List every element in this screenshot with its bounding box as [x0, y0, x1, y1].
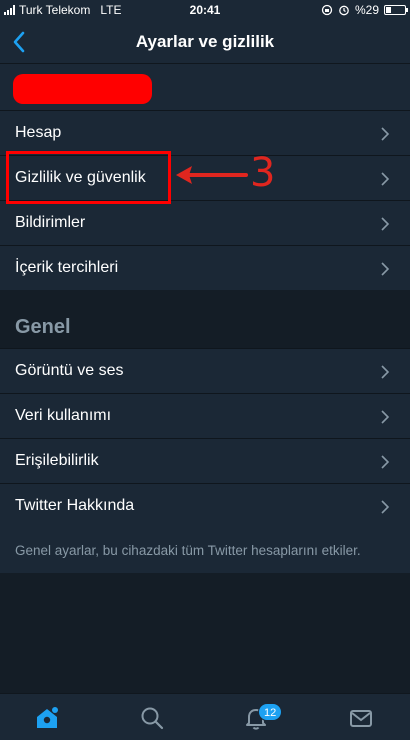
navigation-bar: Ayarlar ve gizlilik	[0, 20, 410, 64]
general-settings-group: Görüntü ve ses Veri kullanımı Erişilebil…	[0, 348, 410, 573]
tab-bar	[0, 693, 410, 740]
status-bar: Turk Telekom LTE 20:41 %29	[0, 0, 410, 20]
chevron-right-icon	[381, 455, 390, 469]
chevron-right-icon	[381, 365, 390, 379]
chevron-right-icon	[381, 217, 390, 231]
chevron-right-icon	[381, 500, 390, 514]
rotation-lock-icon	[321, 4, 333, 16]
settings-item-accessibility[interactable]: Erişilebilirlik	[0, 438, 410, 483]
settings-item-label: İçerik tercihleri	[15, 259, 119, 276]
settings-item-label: Bildirimler	[15, 214, 86, 231]
section-header-general: Genel	[0, 291, 410, 348]
search-icon[interactable]	[138, 704, 166, 732]
section-title: Genel	[15, 316, 71, 338]
settings-item-label: Görüntü ve ses	[15, 362, 124, 379]
settings-item-display-sound[interactable]: Görüntü ve ses	[0, 348, 410, 393]
arrow-left-icon	[176, 166, 248, 184]
settings-item-label: Veri kullanımı	[15, 407, 112, 424]
chevron-right-icon	[381, 127, 390, 141]
settings-item-about-twitter[interactable]: Twitter Hakkında	[0, 483, 410, 528]
status-right: %29	[321, 3, 408, 17]
chevron-right-icon	[381, 262, 390, 276]
chevron-right-icon	[381, 172, 390, 186]
annotation-step-number: 3	[250, 150, 276, 196]
chevron-right-icon	[381, 410, 390, 424]
settings-item-label: Twitter Hakkında	[15, 497, 135, 514]
annotation-arrow: 3	[174, 150, 284, 200]
notifications-badge: 12	[258, 703, 283, 721]
alarm-icon	[339, 5, 349, 16]
settings-item-content-preferences[interactable]: İçerik tercihleri	[0, 245, 410, 290]
home-icon[interactable]	[33, 704, 61, 732]
settings-item-notifications[interactable]: Bildirimler	[0, 200, 410, 245]
settings-item-label: Hesap	[15, 124, 62, 141]
highlight-box	[6, 151, 171, 204]
battery-percent: %29	[354, 3, 379, 17]
settings-item-label: Erişilebilirlik	[15, 452, 99, 469]
account-row[interactable]	[0, 64, 410, 110]
page-title: Ayarlar ve gizlilik	[135, 32, 275, 51]
general-settings-footnote: Genel ayarlar, bu cihazdaki tüm Twitter …	[15, 543, 361, 558]
redacted-username	[13, 74, 152, 104]
messages-icon[interactable]	[347, 704, 375, 732]
settings-item-account[interactable]: Hesap	[0, 110, 410, 155]
settings-item-data-usage[interactable]: Veri kullanımı	[0, 393, 410, 438]
battery-icon	[384, 5, 408, 15]
